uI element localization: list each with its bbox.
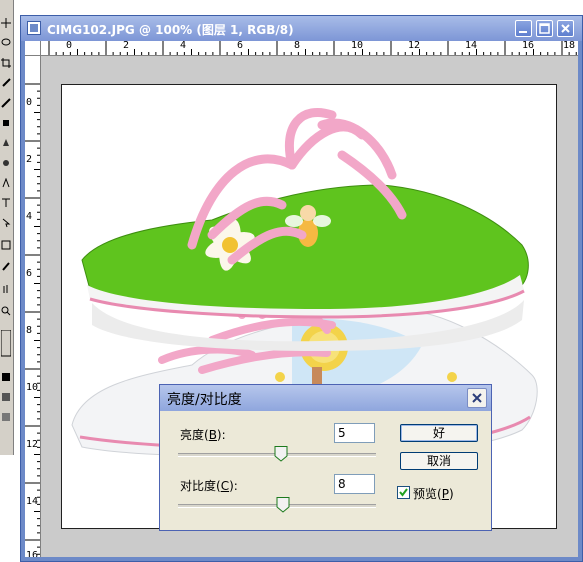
preview-checkbox[interactable] [397,486,410,499]
preview-label: 预览(P) [413,485,454,502]
vertical-ruler[interactable]: 0 2 4 6 8 10 12 14 16 [25,56,41,557]
brightness-contrast-dialog: 亮度/对比度 亮度(B): 5 对比度(C): 8 好 取消 预览(P) [159,384,492,531]
type-tool-icon[interactable] [1,198,11,208]
ruler-label: 6 [26,268,33,279]
brightness-label-text: 亮度( [180,428,209,442]
desktop-background [0,455,13,562]
stamp-tool-icon[interactable] [1,98,11,108]
brightness-slider-thumb[interactable] [274,446,288,462]
horizontal-ruler-ticks [48,41,577,55]
ruler-label: 4 [180,41,187,51]
ruler-label: 2 [26,154,33,165]
contrast-label: 对比度(C): [180,477,238,494]
blur-tool-icon[interactable] [1,138,11,148]
maximize-icon[interactable] [536,20,553,37]
brush-tool-icon[interactable] [1,78,11,88]
photoshop-document-icon [27,21,41,35]
brightness-mnemonic: B [208,428,217,442]
ruler-label: 12 [408,41,421,51]
eraser-tool-icon[interactable] [1,118,11,128]
path-select-tool-icon[interactable] [1,218,11,228]
contrast-label-suffix: ): [229,479,238,493]
ruler-label: 10 [351,41,364,51]
hand-tool-icon[interactable] [1,284,11,294]
horizontal-ruler[interactable]: 0 2 4 6 8 10 12 14 16 18 [41,41,578,56]
ruler-label: 10 [26,382,39,393]
ruler-label: 18 [563,41,576,51]
zoom-tool-icon[interactable] [1,306,11,316]
ruler-label: 2 [123,41,130,51]
cancel-button[interactable]: 取消 [400,452,478,470]
document-titlebar[interactable]: CIMG102.JPG @ 100% (图层 1, RGB/8) [21,16,582,41]
brightness-label-suffix: ): [216,428,226,442]
ruler-label: 4 [26,211,33,222]
dialog-titlebar[interactable]: 亮度/对比度 [160,385,491,411]
dodge-tool-icon[interactable] [1,158,11,168]
preview-label-suffix: ) [448,487,454,501]
brightness-label: 亮度(B): [180,426,226,443]
brightness-value-input[interactable]: 5 [334,423,375,443]
tools-palette [0,0,14,455]
ruler-label: 16 [26,550,39,557]
quickmask-mode-icon[interactable] [1,372,11,382]
checkmark-icon [399,488,408,497]
ruler-label: 12 [26,439,39,450]
jump-to-icon[interactable] [1,412,11,422]
eyedropper-tool-icon[interactable] [1,262,11,272]
ok-button[interactable]: 好 [400,424,478,442]
crop-tool-icon[interactable] [1,58,11,68]
ruler-label: 0 [66,41,73,51]
ruler-label: 0 [26,97,33,108]
ruler-label: 6 [237,41,244,51]
ruler-label: 14 [26,496,39,507]
ruler-label: 8 [294,41,301,51]
close-icon[interactable] [467,388,487,408]
color-swatch-icon[interactable] [1,330,11,360]
preview-mnemonic: P [441,487,449,501]
dialog-title: 亮度/对比度 [167,392,242,408]
ruler-origin[interactable] [25,41,41,56]
lasso-tool-icon[interactable] [1,38,11,48]
ruler-label: 16 [522,41,535,51]
contrast-value-input[interactable]: 8 [334,474,375,494]
minimize-icon[interactable] [515,20,532,37]
contrast-label-text: 对比度( [180,479,221,493]
contrast-mnemonic: C [220,479,230,493]
preview-label-text: 预览( [413,487,442,501]
screen-mode-icon[interactable] [1,392,11,402]
close-icon[interactable] [557,20,574,37]
notes-tool-icon[interactable] [1,240,11,250]
vertical-ruler-ticks [25,83,40,555]
ruler-label: 14 [465,41,478,51]
document-title: CIMG102.JPG @ 100% (图层 1, RGB/8) [47,23,294,37]
pen-tool-icon[interactable] [1,178,11,188]
ruler-label: 8 [26,325,33,336]
contrast-slider-thumb[interactable] [276,497,290,513]
move-tool-icon[interactable] [1,18,11,28]
